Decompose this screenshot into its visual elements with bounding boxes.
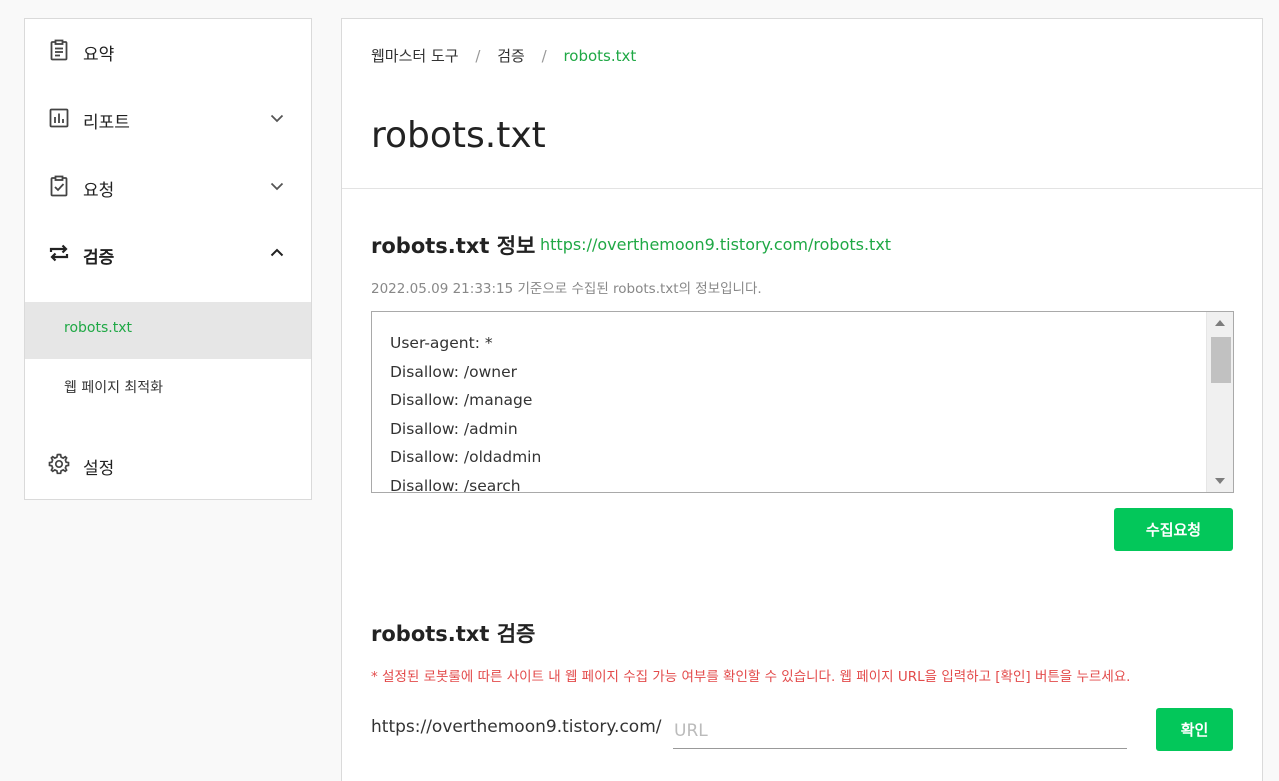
robots-txt-line: Disallow: /manage: [390, 391, 533, 410]
breadcrumb-item[interactable]: 검증: [497, 47, 525, 65]
sidebar-item-summary[interactable]: 요약: [25, 30, 311, 70]
sidebar-subitem-label: robots.txt: [64, 320, 132, 336]
sidebar-item-label: 설정: [83, 459, 115, 479]
robots-txt-line: Disallow: /search: [390, 476, 521, 493]
breadcrumb-separator: /: [541, 47, 547, 65]
breadcrumb-separator: /: [475, 47, 481, 65]
scrollbar[interactable]: [1206, 312, 1233, 492]
sidebar-subitem-label: 웹 페이지 최적화: [64, 380, 164, 396]
info-section-description: 2022.05.09 21:33:15 기준으로 수집된 robots.txt의…: [371, 281, 762, 297]
verify-section-title: robots.txt 검증: [371, 622, 536, 646]
page-title: robots.txt: [371, 115, 546, 156]
sidebar-item-label: 요약: [83, 45, 115, 65]
chevron-down-icon[interactable]: [269, 178, 285, 194]
sidebar-item-label: 검증: [83, 248, 115, 268]
verify-warning-text: * 설정된 로봇룰에 따른 사이트 내 웹 페이지 수집 가능 여부를 확인할 …: [371, 669, 1131, 685]
scroll-thumb[interactable]: [1211, 337, 1231, 383]
gear-icon: [47, 452, 71, 476]
bar-chart-icon: [47, 106, 71, 130]
sidebar: 요약 리포트 요청 검증 robots.txt 웹 페이지 최적화 설정: [24, 18, 312, 500]
sidebar-item-settings[interactable]: 설정: [25, 444, 311, 484]
robots-txt-link[interactable]: https://overthemoon9.tistory.com/robots.…: [540, 235, 891, 254]
robots-txt-line: Disallow: /oldadmin: [390, 448, 542, 467]
url-input[interactable]: [673, 713, 1127, 749]
request-crawl-button[interactable]: 수집요청: [1114, 508, 1233, 551]
main-panel: 웹마스터 도구 / 검증 / robots.txt robots.txt rob…: [341, 18, 1263, 781]
sidebar-item-request[interactable]: 요청: [25, 166, 311, 206]
robots-txt-line: User-agent: *: [390, 334, 493, 352]
sidebar-item-verify[interactable]: 검증: [25, 233, 311, 273]
sidebar-item-report[interactable]: 리포트: [25, 98, 311, 138]
robots-txt-content[interactable]: User-agent: * Disallow: /owner Disallow: /…: [371, 311, 1234, 493]
sidebar-subitem-web-page-optimization[interactable]: 웹 페이지 최적화: [25, 359, 311, 416]
clipboard-icon: [47, 38, 71, 62]
chevron-down-icon[interactable]: [269, 110, 285, 126]
scroll-down-arrow-icon[interactable]: [1215, 478, 1225, 484]
robots-txt-lines: User-agent: * Disallow: /owner Disallow: /…: [390, 329, 542, 493]
confirm-button[interactable]: 확인: [1156, 708, 1233, 751]
robots-txt-line: Disallow: /admin: [390, 419, 518, 438]
clipboard-check-icon: [47, 174, 71, 198]
chevron-up-icon[interactable]: [269, 245, 285, 261]
sidebar-item-label: 리포트: [83, 113, 130, 133]
url-prefix: https://overthemoon9.tistory.com/: [371, 717, 662, 737]
scroll-up-arrow-icon[interactable]: [1215, 320, 1225, 326]
breadcrumb-item[interactable]: 웹마스터 도구: [371, 47, 459, 65]
header-divider: [342, 188, 1262, 189]
breadcrumb: 웹마스터 도구 / 검증 / robots.txt: [371, 45, 636, 66]
repeat-arrows-icon: [47, 241, 71, 265]
info-section-title: robots.txt 정보: [371, 234, 536, 258]
sidebar-item-label: 요청: [83, 181, 115, 201]
sidebar-subitem-robots-txt[interactable]: robots.txt: [25, 302, 311, 359]
robots-txt-line: Disallow: /owner: [390, 362, 518, 381]
breadcrumb-current: robots.txt: [563, 47, 637, 65]
